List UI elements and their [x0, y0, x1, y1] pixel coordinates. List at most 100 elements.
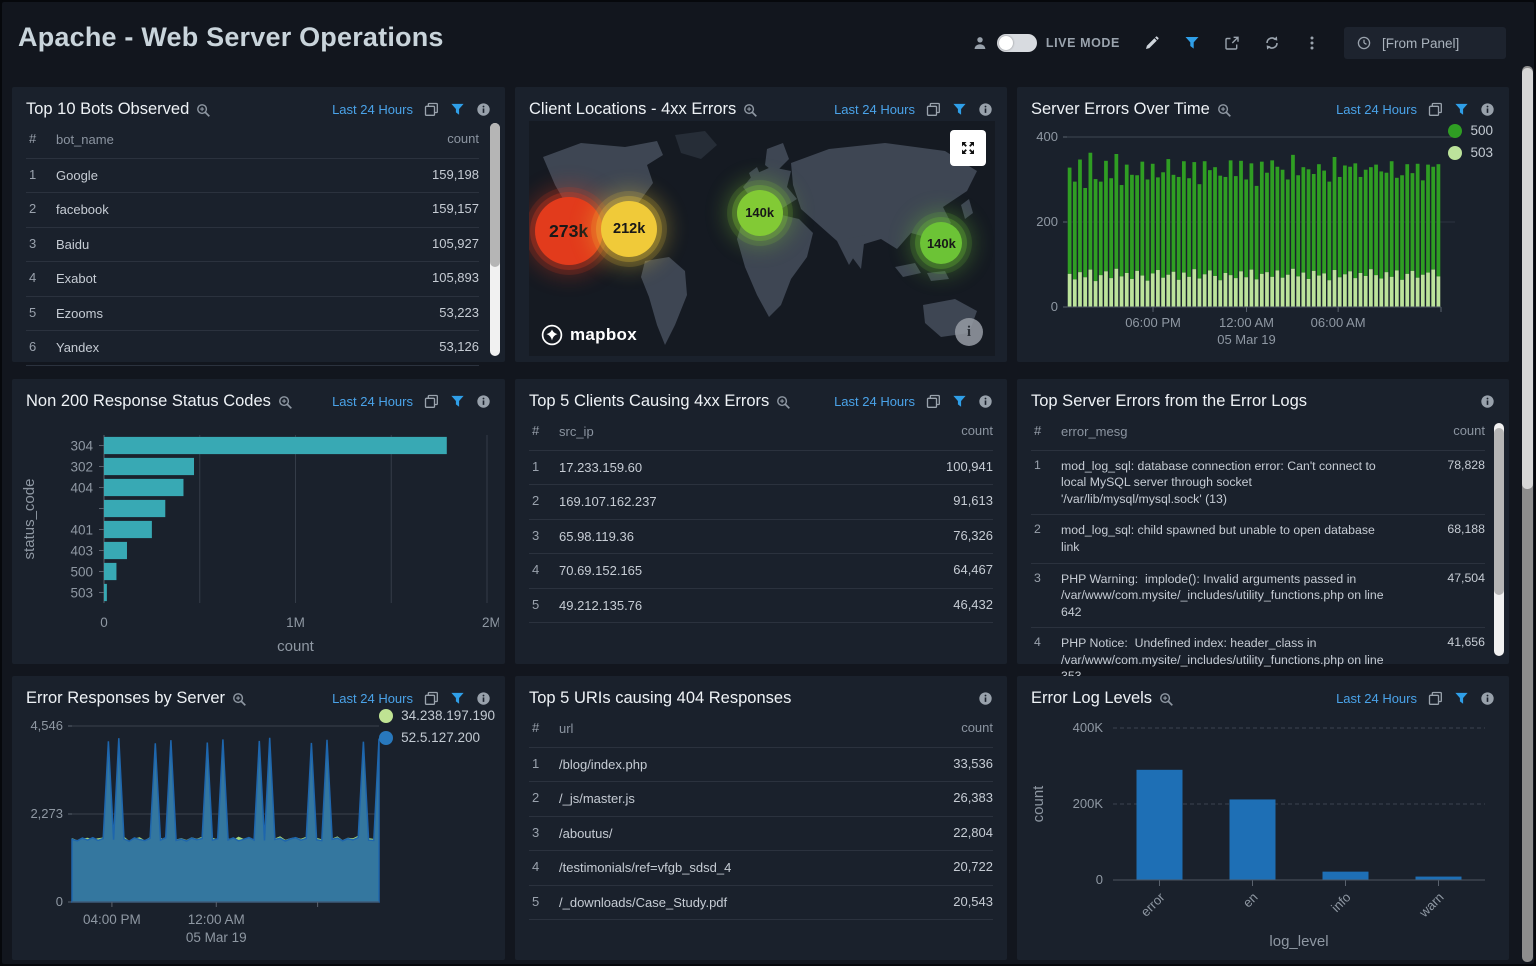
edit-pencil-icon[interactable]	[1144, 35, 1160, 51]
table-cell: 46,432	[915, 597, 993, 612]
table-cell: 3	[529, 825, 559, 840]
filter-funnel-icon[interactable]	[450, 691, 465, 706]
svg-text:count: count	[277, 638, 315, 655]
map-expand-button[interactable]	[950, 130, 986, 166]
table-row: 2/_js/master.js26,383	[529, 782, 993, 817]
legend-item[interactable]: 34.238.197.190	[379, 708, 495, 723]
map-bubble[interactable]: 140k	[920, 222, 962, 264]
table-cell: 1	[26, 167, 56, 182]
panel-top-bots: Top 10 Bots Observed Last 24 Hours # bot…	[12, 87, 505, 362]
page-scrollbar[interactable]	[1522, 66, 1533, 962]
table-cell: Exabot	[56, 270, 401, 288]
table-row: 2mod_log_sql: child spawned but unable t…	[1031, 515, 1485, 563]
legend-item[interactable]: 503	[1448, 145, 1493, 160]
panel-time-range[interactable]: Last 24 Hours	[1336, 691, 1417, 706]
svg-text:0: 0	[1051, 299, 1058, 314]
legend-item[interactable]: 52.5.127.200	[379, 730, 480, 745]
zoom-in-icon[interactable]	[278, 395, 293, 410]
bots-table: # bot_name count 1Google159,1982facebook…	[26, 125, 479, 366]
user-icon[interactable]	[972, 35, 988, 51]
svg-text:400K: 400K	[1073, 720, 1104, 735]
map-bubble[interactable]: 212k	[601, 201, 657, 257]
svg-text:503: 503	[70, 586, 93, 601]
table-header: # error_mesg count	[1031, 417, 1485, 451]
info-icon[interactable]	[978, 102, 993, 117]
table-cell: Google	[56, 167, 401, 185]
zoom-in-icon[interactable]	[1159, 692, 1174, 707]
svg-text:12:00 AM: 12:00 AM	[1219, 315, 1274, 330]
filter-funnel-icon[interactable]	[952, 394, 967, 409]
copy-icon[interactable]	[926, 102, 941, 117]
zoom-in-icon[interactable]	[196, 103, 211, 118]
clock-icon	[1356, 35, 1372, 51]
filter-funnel-icon[interactable]	[1454, 102, 1469, 117]
panel-time-range[interactable]: Last 24 Hours	[332, 691, 413, 706]
table-row: 5/_downloads/Case_Study.pdf20,543	[529, 886, 993, 921]
table-cell: 169.107.162.237	[559, 493, 915, 511]
filter-funnel-icon[interactable]	[952, 102, 967, 117]
info-icon[interactable]	[1480, 394, 1495, 409]
zoom-in-icon[interactable]	[232, 692, 247, 707]
table-scrollbar[interactable]	[490, 123, 500, 356]
table-cell: 26,383	[915, 790, 993, 805]
zoom-in-icon[interactable]	[776, 395, 791, 410]
svg-text:12:00 AM: 12:00 AM	[188, 912, 245, 927]
filter-funnel-icon[interactable]	[1454, 691, 1469, 706]
panel-time-range[interactable]: Last 24 Hours	[332, 394, 413, 409]
copy-icon[interactable]	[424, 394, 439, 409]
panel-time-range[interactable]: Last 24 Hours	[332, 102, 413, 117]
zoom-in-icon[interactable]	[743, 103, 758, 118]
zoom-in-icon[interactable]	[1217, 103, 1232, 118]
info-icon[interactable]	[1480, 102, 1495, 117]
panel-time-range[interactable]: Last 24 Hours	[834, 394, 915, 409]
refresh-icon[interactable]	[1264, 35, 1280, 51]
svg-text:400: 400	[1036, 129, 1058, 144]
panel-time-range[interactable]: Last 24 Hours	[834, 102, 915, 117]
filter-funnel-icon[interactable]	[450, 394, 465, 409]
svg-text:count: count	[1030, 785, 1047, 823]
table-cell: Baidu	[56, 236, 401, 254]
table-cell: 49.212.135.76	[559, 597, 915, 615]
copy-icon[interactable]	[424, 691, 439, 706]
panel-top-server-errors: Top Server Errors from the Error Logs # …	[1017, 379, 1509, 664]
scrollbar-thumb[interactable]	[490, 123, 500, 267]
table-row: 5Ezooms53,223	[26, 297, 479, 332]
svg-text:info: info	[1328, 890, 1353, 915]
copy-icon[interactable]	[1428, 102, 1443, 117]
world-map[interactable]: mapbox i 273k212k 140k 140k	[529, 121, 995, 356]
copy-icon[interactable]	[1428, 691, 1443, 706]
legend-item[interactable]: 500	[1448, 123, 1493, 138]
filter-funnel-icon[interactable]	[450, 102, 465, 117]
legend-label: 500	[1470, 123, 1493, 138]
panel-top-uris: Top 5 URIs causing 404 Responses # url c…	[515, 676, 1007, 960]
table-cell: 3	[529, 528, 559, 543]
map-info-button[interactable]: i	[955, 318, 983, 346]
kebab-menu-icon[interactable]	[1304, 35, 1320, 51]
table-row: 3Baidu105,927	[26, 228, 479, 263]
info-icon[interactable]	[476, 102, 491, 117]
scrollbar-thumb[interactable]	[1494, 428, 1504, 596]
info-icon[interactable]	[476, 691, 491, 706]
copy-icon[interactable]	[424, 102, 439, 117]
map-bubble[interactable]: 140k	[737, 190, 783, 236]
panel-time-range[interactable]: Last 24 Hours	[1336, 102, 1417, 117]
info-icon[interactable]	[978, 691, 993, 706]
table-header: # src_ip count	[529, 417, 993, 451]
panel-top-clients: Top 5 Clients Causing 4xx Errors Last 24…	[515, 379, 1007, 664]
scrollbar-thumb[interactable]	[1522, 68, 1533, 489]
info-icon[interactable]	[1480, 691, 1495, 706]
info-icon[interactable]	[476, 394, 491, 409]
table-row: 470.69.152.16564,467	[529, 554, 993, 589]
live-mode-toggle[interactable]	[997, 34, 1037, 52]
mapbox-logo[interactable]: mapbox	[541, 324, 637, 346]
map-bubble[interactable]: 273k	[535, 197, 603, 265]
table-cell: 1	[529, 459, 559, 474]
table-row: 2169.107.162.23791,613	[529, 485, 993, 520]
share-icon[interactable]	[1224, 35, 1240, 51]
filter-funnel-icon[interactable]	[1184, 35, 1200, 51]
panel-title: Error Responses by Server	[26, 689, 225, 708]
copy-icon[interactable]	[926, 394, 941, 409]
info-icon[interactable]	[978, 394, 993, 409]
time-range-input[interactable]: [From Panel]	[1344, 27, 1506, 59]
table-scrollbar[interactable]	[1494, 423, 1504, 656]
